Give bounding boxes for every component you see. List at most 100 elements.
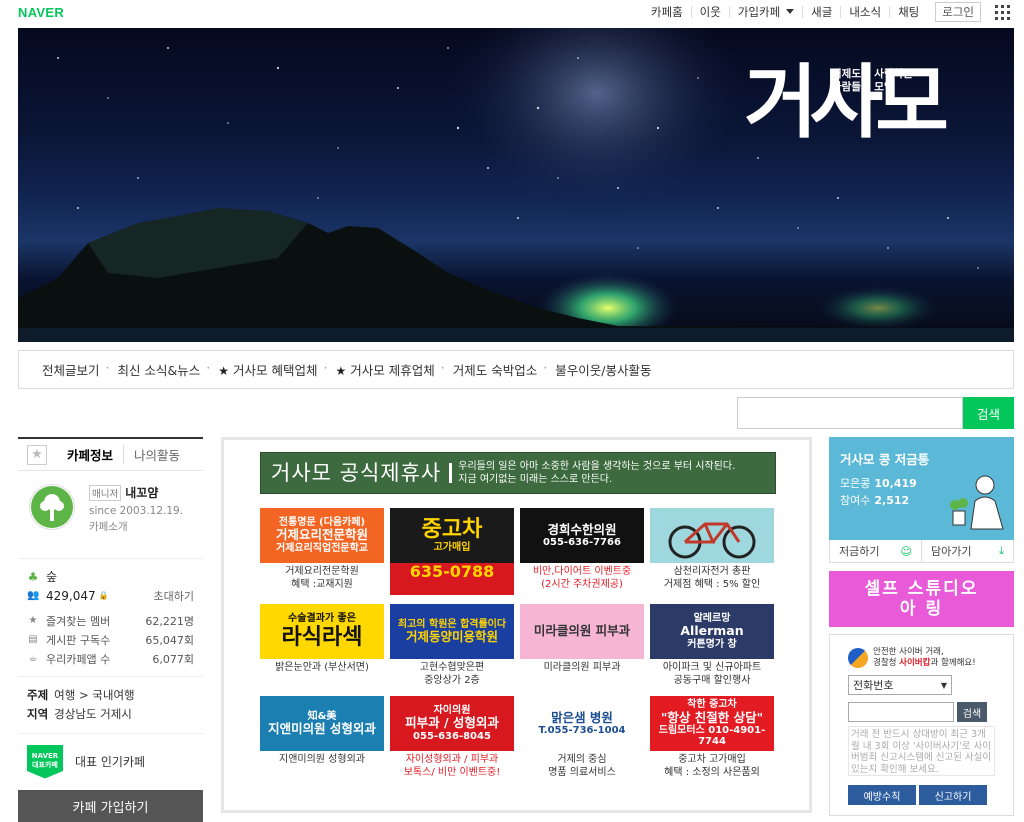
partner-ad-image: 전통명문 (다음카페) 거제요리전문학원 거제요리직업전문학교 (260, 508, 384, 563)
cafe-search-button[interactable]: 검색 (963, 397, 1014, 429)
ad-text-top3: T.055-736-1004 (538, 724, 626, 736)
menu-item[interactable]: 불우이웃/봉사활동 (543, 360, 660, 379)
partner-ad-caption: 비만,다이어트 이벤트중 (2시간 주차권제공) (520, 563, 644, 595)
gnb-my-news[interactable]: 내소식 (840, 6, 889, 18)
take-bean-button[interactable]: 담아가기 ⤓ (921, 540, 1013, 562)
partner-ad[interactable]: 맑은샘 병원 T.055-736-1004 거제의 중심 명품 의료서비스 (520, 696, 644, 783)
ad-text-top3: 고가매입 (433, 542, 471, 554)
cyber-select-value: 전화번호 (853, 679, 894, 692)
partner-ad-image: 중고차 고가매입 (390, 508, 514, 563)
partner-ad[interactable]: 수술결과가 좋은 라식라섹밝은눈안과 (부산서면) (260, 604, 384, 691)
partner-ad-caption: 635-0788 (390, 563, 514, 595)
ad-caption-bottom1: 밝은눈안과 (부산서면) (275, 662, 369, 673)
self-studio-ad[interactable]: 셀프 스튜디오 아 링 (829, 571, 1014, 627)
ad-caption-bottom2: 명품 의료서비스 (548, 767, 616, 778)
join-cafe-button[interactable]: 카페 가입하기 (18, 790, 203, 822)
ad-caption-bottom1: 고현수협맞은편 (419, 662, 485, 673)
gnb-neighbors[interactable]: 이웃 (690, 6, 729, 18)
tab-cafe-info[interactable]: 카페정보 (57, 445, 123, 464)
menu-item[interactable]: ★거사모 혜택업체 (206, 360, 326, 379)
chevron-down-icon (786, 9, 795, 14)
cafe-search-input[interactable] (737, 397, 963, 429)
partner-ad[interactable]: 최고의 학원은 합격률이다 거제동양미용학원 고현수협맞은편 중앙상가 2층 (390, 604, 514, 691)
stat-row: ★ 즐겨찾는 멤버 62,221명 (27, 611, 194, 630)
partner-desc-line1: 우리들의 일은 아마 소중한 사람을 생각하는 것으로 부터 시작된다. (458, 461, 736, 472)
fund-participants: 참여수 2,512 (840, 492, 909, 508)
menu-item-label: 거사모 혜택업체 (233, 363, 318, 378)
menu-item[interactable]: 최신 소식&뉴스 (106, 360, 210, 379)
cyber-cop-header: 안전한 사이버 거래, 경찰청 사이버캅과 함께해요! (848, 647, 995, 669)
menu-item-label: 최신 소식&뉴스 (117, 363, 201, 378)
ad-caption-bottom1: 삼천리자전거 총판 (673, 566, 751, 577)
studio-line2: 아 링 (899, 599, 944, 619)
partner-ad[interactable]: 자이의원 피부과 / 성형외과 055-636-8045 자이성형외과 / 피부과 보톡… (390, 696, 514, 783)
partner-ad-caption: 중고차 고가매입 혜택 : 소정의 사은품외 (650, 751, 774, 783)
save-bean-button[interactable]: 저금하기 ☺ (830, 540, 921, 562)
stat-label[interactable]: 우리카페앱 수 (46, 651, 110, 667)
cyber-cop-widget: 안전한 사이버 거래, 경찰청 사이버캅과 함께해요! 전화번호 ▼ 검색 거래 … (829, 634, 1014, 816)
partner-ad-image: 수술결과가 좋은 라식라섹 (260, 604, 384, 659)
login-button[interactable]: 로그인 (935, 2, 981, 22)
tree-level-icon: ♣ (27, 569, 39, 584)
fund-title: 거사모 콩 저금통 (840, 452, 930, 467)
fund-collected-value: 10,419 (874, 477, 917, 490)
gnb-chat[interactable]: 채팅 (889, 6, 927, 18)
stat-label[interactable]: 즐겨찾는 멤버 (46, 613, 110, 629)
invite-link[interactable]: 초대하기 (154, 588, 194, 604)
ad-caption-bottom2: 거제점 혜택 : 5% 할인 (663, 579, 761, 590)
manager-name[interactable]: 내꼬얌 (125, 486, 158, 500)
partner-ad-image: 자이의원 피부과 / 성형외과 055-636-8045 (390, 696, 514, 751)
stat-label[interactable]: 게시판 구독수 (46, 632, 110, 648)
topic-key: 주제 (27, 688, 49, 702)
partner-ad[interactable]: 알레르망 Allerman 커튼명가 창 아이파크 및 신규아파트 공동구매 할인행사 (650, 604, 774, 691)
partner-ad[interactable]: 중고차 고가매입 635-0788 (390, 508, 514, 595)
cyber-search-button[interactable]: 검색 (957, 702, 987, 722)
menu-item[interactable]: 거제도 숙박업소 (441, 360, 546, 379)
prevention-tips-button[interactable]: 예방수칙 (848, 785, 916, 805)
avatar[interactable] (29, 484, 75, 530)
partner-ad[interactable]: 전통명문 (다음카페) 거제요리전문학원 거제요리직업전문학교 거제요리전문학원 혜택 … (260, 508, 384, 595)
partner-ad[interactable]: 미라클의원 피부과 미라클의원 피부과 (520, 604, 644, 691)
gnb-joined-cafes[interactable]: 가입카페 (728, 6, 802, 18)
sidebar-tabs: ★ 카페정보 나의활동 (18, 437, 203, 471)
ad-caption-bottom2: 중앙상가 2층 (424, 675, 480, 686)
partner-ad[interactable]: 知&美 지앤미의원 성형외과 지앤미의원 성형외과 (260, 696, 384, 783)
star-icon[interactable]: ★ (27, 444, 47, 465)
partner-ad-image: 착한 중고차 "항상 친절한 상담" 드림모터스 010-4901-7744 (650, 696, 774, 751)
badge-line1: NAVER (31, 751, 59, 760)
left-sidebar: ★ 카페정보 나의활동 매니저 내꼬얌 since 2003.12.19. 카페소… (18, 437, 203, 822)
cyber-type-select[interactable]: 전화번호 ▼ (848, 675, 952, 695)
menu-item[interactable]: 전체글보기 (33, 360, 109, 379)
representative-cafe-badge[interactable]: NAVER 대표카페 대표 인기카페 (18, 734, 203, 789)
cyber-search-input[interactable] (848, 702, 954, 722)
ad-text-top1: 착한 중고차 (687, 699, 737, 711)
partner-ads-panel: 거사모 공식제휴사 우리들의 일은 아마 소중한 사람을 생각하는 것으로 부터… (221, 437, 812, 813)
cafe-banner[interactable]: 거제도를 사랑하는 사람들의 모임 거사모 (18, 28, 1014, 342)
partner-ad[interactable]: 삼천리자전거 총판거제점 혜택 : 5% 할인 (650, 508, 774, 595)
ad-text-top2: 거제동양미용학원 (405, 629, 498, 645)
naver-logo[interactable]: NAVER (18, 5, 64, 20)
gnb-cafe-home[interactable]: 카페홈 (643, 6, 691, 18)
apps-grid-icon[interactable] (995, 4, 1010, 20)
gnb-new-posts[interactable]: 새글 (802, 6, 840, 18)
ad-caption-bottom2: 혜택 :교재지원 (291, 579, 353, 590)
cyber-buttons: 예방수칙 신고하기 (848, 785, 995, 805)
region-key: 지역 (27, 707, 49, 721)
partner-ad[interactable]: 경희수한의원 055-636-7766 비만,다이어트 이벤트중 (2시간 주차권제공… (520, 508, 644, 595)
ad-caption-bottom1: 지앤미의원 성형외과 (279, 754, 365, 765)
report-button[interactable]: 신고하기 (919, 785, 987, 805)
ad-caption-bottom1: 635-0788 (409, 562, 495, 581)
cafe-intro-link[interactable]: 카페소개 (89, 519, 183, 534)
region-value[interactable]: 경상남도 거제시 (54, 707, 132, 721)
ad-text-top2: 라식라섹 (281, 624, 363, 650)
person-with-plant-icon (950, 475, 1004, 530)
cyber-head-2b: 사이버캅 (899, 658, 931, 668)
right-sidebar: 거사모 콩 저금통 모은콩 10,419 참여수 2,512 저금하기 ☺ 담아가기 ⤓… (829, 437, 1014, 816)
smile-icon: ☺ (900, 544, 912, 558)
tab-my-activity[interactable]: 나의활동 (123, 445, 190, 464)
topic-value[interactable]: 여행 > 국내여행 (54, 688, 134, 702)
partner-ad-image: 경희수한의원 055-636-7766 (520, 508, 644, 563)
partner-ad[interactable]: 착한 중고차 "항상 친절한 상담" 드림모터스 010-4901-7744 중고차 … (650, 696, 774, 783)
menu-item[interactable]: ★거사모 제휴업체 (323, 360, 444, 379)
partner-desc-line2: 지금 여기없는 미래는 스스로 만든다. (458, 474, 613, 485)
